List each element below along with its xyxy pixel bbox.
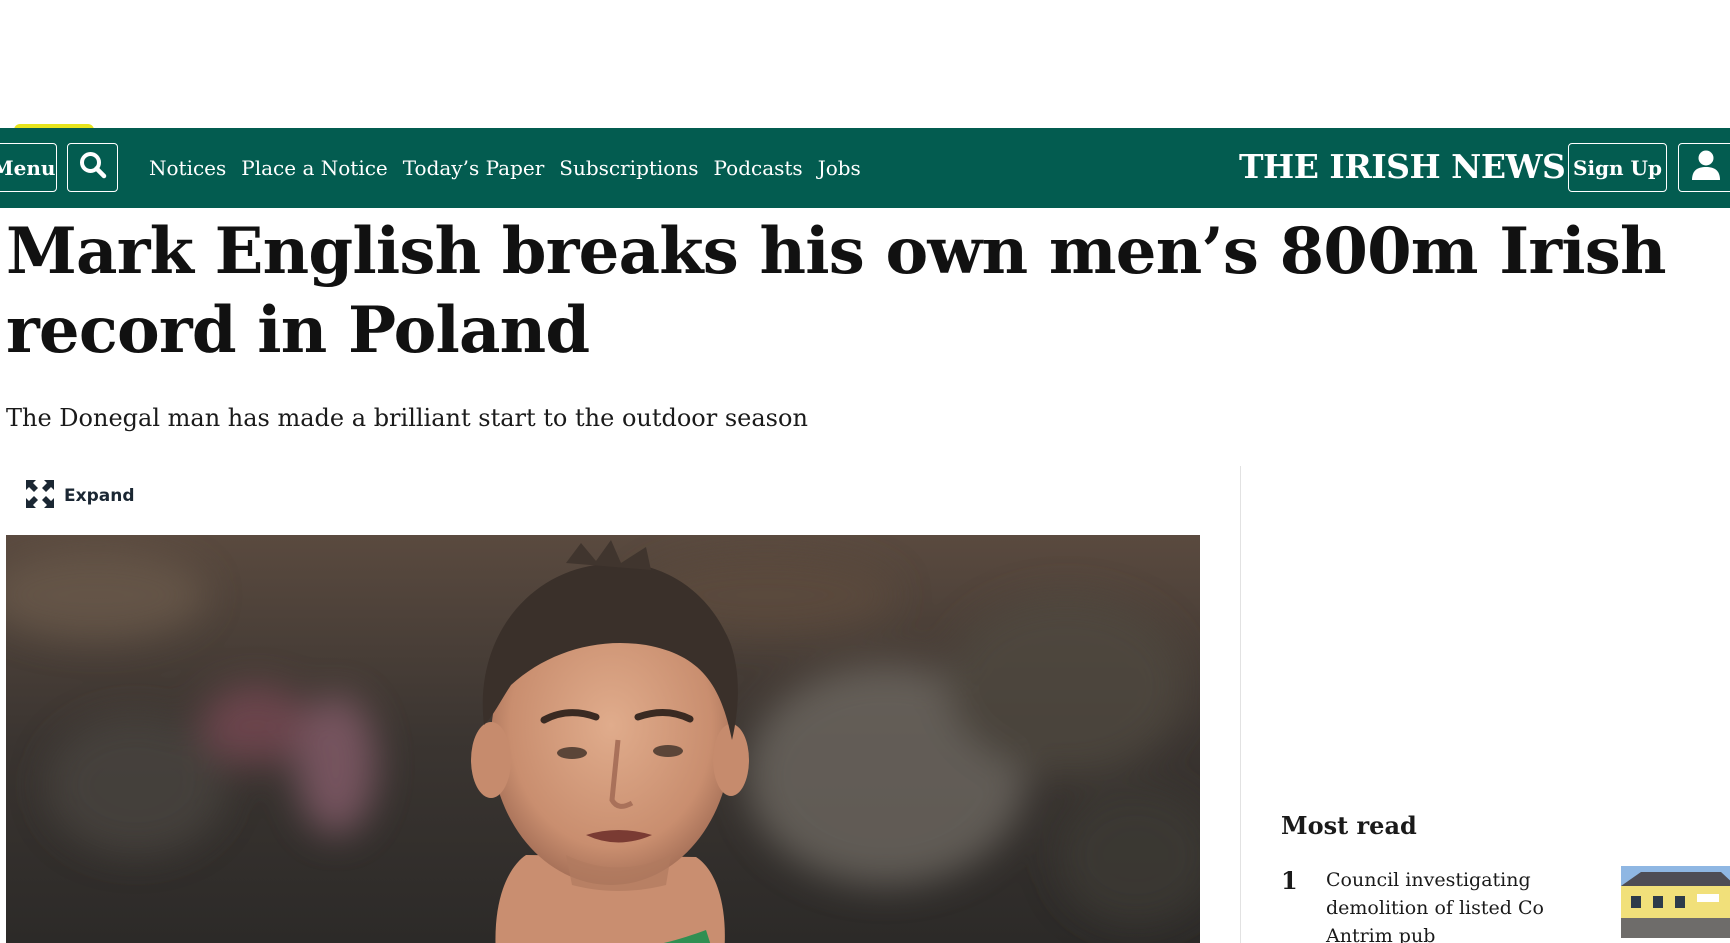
site-logo[interactable]: THE IRISH NEWS bbox=[1239, 144, 1566, 190]
ad-space bbox=[0, 0, 1730, 128]
nav-link-todays-paper[interactable]: Today’s Paper bbox=[403, 156, 545, 180]
nav-link-jobs[interactable]: Jobs bbox=[818, 156, 861, 180]
nav-link-podcasts[interactable]: Podcasts bbox=[714, 156, 803, 180]
search-icon bbox=[78, 150, 108, 185]
article-headline: Mark English breaks his own men’s 800m I… bbox=[6, 214, 1667, 368]
column-divider bbox=[1240, 466, 1241, 943]
expand-icon bbox=[26, 480, 54, 512]
most-read-heading: Most read bbox=[1281, 811, 1417, 840]
sign-up-label: Sign Up bbox=[1573, 155, 1662, 180]
nav-link-place-a-notice[interactable]: Place a Notice bbox=[241, 156, 387, 180]
most-read-title[interactable]: Council investigating demolition of list… bbox=[1326, 866, 1581, 943]
most-read-item[interactable]: 1 Council investigating demolition of li… bbox=[1281, 866, 1730, 943]
expand-label: Expand bbox=[64, 486, 135, 506]
main-nav-links: Notices Place a Notice Today’s Paper Sub… bbox=[149, 128, 861, 208]
account-button[interactable]: I bbox=[1678, 143, 1730, 192]
hero-image[interactable] bbox=[6, 535, 1200, 943]
user-icon bbox=[1691, 149, 1721, 186]
search-button[interactable] bbox=[67, 143, 118, 192]
expand-button[interactable]: Expand bbox=[26, 480, 135, 512]
most-read-thumbnail[interactable] bbox=[1621, 866, 1730, 938]
article-standfirst: The Donegal man has made a brilliant sta… bbox=[6, 404, 808, 432]
nav-link-subscriptions[interactable]: Subscriptions bbox=[559, 156, 698, 180]
nav-link-notices[interactable]: Notices bbox=[149, 156, 226, 180]
menu-button[interactable]: Menu bbox=[0, 143, 57, 192]
menu-label: Menu bbox=[0, 155, 56, 180]
most-read-rank: 1 bbox=[1281, 866, 1298, 895]
top-navigation-bar: Menu Notices Place a Notice Today’s Pape… bbox=[0, 128, 1730, 208]
sign-up-button[interactable]: Sign Up bbox=[1568, 143, 1667, 192]
